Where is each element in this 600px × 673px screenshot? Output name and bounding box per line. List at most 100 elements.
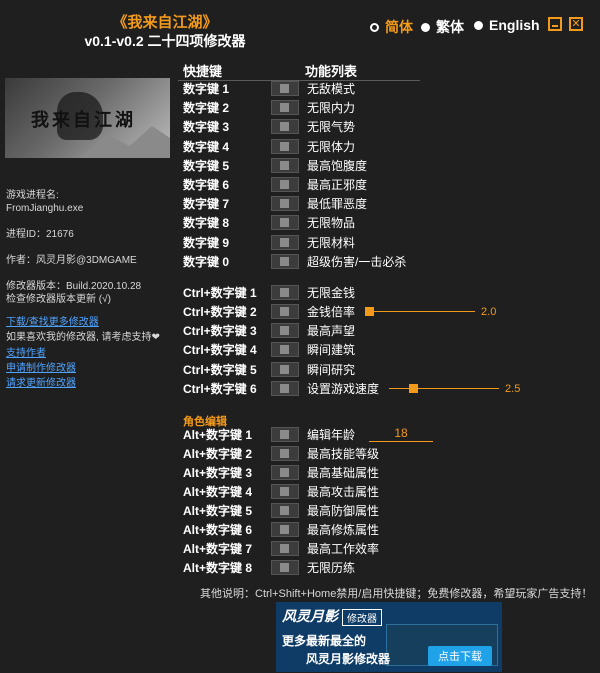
hotkey: 数字键 8 <box>183 216 230 230</box>
game-title: 《我来自江湖》 <box>112 14 218 31</box>
hotkey: 数字键 6 <box>183 178 230 192</box>
game-banner-image: 我来自江湖 <box>5 78 170 158</box>
feature-label: 无限体力 <box>307 140 356 154</box>
toggle-switch[interactable] <box>271 254 299 269</box>
feature-label: 最高饱腹度 <box>307 159 368 173</box>
ad-banner[interactable]: 风灵月影 修改器 更多最新最全的 风灵月影修改器 点击下载 <box>276 602 502 672</box>
download-more-link[interactable]: 下载/查找更多修改器 <box>6 317 99 329</box>
cheat-row: 数字键 2 无限内力 <box>183 98 355 117</box>
toggle-switch[interactable] <box>271 177 299 192</box>
slider-track <box>365 311 476 312</box>
trainer-version: 修改器版本：Build.2020.10.28 <box>6 281 142 292</box>
feature-label: 最高声望 <box>307 324 356 338</box>
support-author-link[interactable]: 支持作者 <box>6 348 46 360</box>
toggle-switch[interactable] <box>271 323 299 338</box>
hotkey: 数字键 9 <box>183 236 230 250</box>
toggle-switch[interactable] <box>271 304 299 319</box>
feature-label: 瞬间建筑 <box>307 343 356 357</box>
toggle-switch[interactable] <box>271 362 299 377</box>
feature-label: 无限物品 <box>307 216 356 230</box>
cheat-row: Ctrl+数字键 4 瞬间建筑 <box>183 340 355 359</box>
minimize-icon <box>552 25 558 27</box>
cheat-row: 数字键 3 无限气势 <box>183 117 355 136</box>
author-info: 作者：风灵月影@3DMGAME <box>6 255 137 266</box>
hotkey: Alt+数字键 7 <box>183 542 253 556</box>
ad-brand: 风灵月影 <box>282 608 338 624</box>
ad-line-2: 风灵月影修改器 <box>306 652 391 666</box>
toggle-switch[interactable] <box>271 503 299 518</box>
lang-simplified[interactable]: 简体 <box>370 17 413 37</box>
cheat-row: 数字键 4 无限体力 <box>183 137 355 156</box>
hotkey: 数字键 2 <box>183 101 230 115</box>
hotkey: Ctrl+数字键 2 <box>183 305 257 319</box>
minimize-button[interactable] <box>548 17 562 31</box>
slider-handle[interactable] <box>365 307 375 316</box>
toggle-switch[interactable] <box>271 285 299 300</box>
hotkey: Alt+数字键 3 <box>183 466 253 480</box>
toggle-switch[interactable] <box>271 158 299 173</box>
request-update-link[interactable]: 请求更新修改器 <box>6 378 76 390</box>
check-update-link[interactable]: 检查修改器版本更新 (√) <box>6 294 111 306</box>
feature-label: 最低罪恶度 <box>307 197 368 211</box>
game-speed-slider[interactable] <box>389 379 500 398</box>
ad-line-1: 更多最新最全的 <box>282 634 367 648</box>
toggle-switch[interactable] <box>271 100 299 115</box>
toggle-switch[interactable] <box>271 522 299 537</box>
toggle-switch[interactable] <box>271 541 299 556</box>
slider-value: 2.0 <box>481 305 497 318</box>
hotkey: Alt+数字键 6 <box>183 523 253 537</box>
lang-traditional[interactable]: 繁体 <box>421 17 464 37</box>
cheat-row: Alt+数字键 4 最高攻击属性 <box>183 482 379 501</box>
toggle-switch[interactable] <box>271 465 299 480</box>
feature-label: 最高技能等级 <box>307 447 380 461</box>
radio-icon <box>421 22 430 32</box>
money-multiplier-slider[interactable] <box>365 302 476 321</box>
hotkey: Ctrl+数字键 1 <box>183 286 257 300</box>
toggle-switch[interactable] <box>271 196 299 211</box>
feature-label: 无限气势 <box>307 120 356 134</box>
feature-label: 超级伤害/一击必杀 <box>307 255 407 269</box>
footer-note: 其他说明：Ctrl+Shift+Home禁用/启用快捷键；免费修改器，希望玩家广… <box>200 588 593 600</box>
close-button[interactable]: ✕ <box>569 17 583 31</box>
feature-label: 设置游戏速度 <box>307 382 380 396</box>
feature-label: 无限历练 <box>307 561 356 575</box>
toggle-switch[interactable] <box>271 139 299 154</box>
cheat-row: 数字键 8 无限物品 <box>183 213 355 232</box>
cheat-row: Alt+数字键 3 最高基础属性 <box>183 463 379 482</box>
process-label: 游戏进程名: <box>6 190 59 201</box>
age-input[interactable]: 18 <box>369 427 434 442</box>
cheat-row: Alt+数字键 2 最高技能等级 <box>183 444 379 463</box>
cheat-row: Alt+数字键 6 最高修炼属性 <box>183 520 379 539</box>
hotkey: Alt+数字键 8 <box>183 561 253 575</box>
process-id: 进程ID：21676 <box>6 229 74 240</box>
toggle-switch[interactable] <box>271 446 299 461</box>
ad-tag: 修改器 <box>342 609 382 626</box>
hotkey: 数字键 7 <box>183 197 230 211</box>
radio-icon <box>474 20 483 30</box>
toggle-switch[interactable] <box>271 119 299 134</box>
ad-download-button[interactable]: 点击下载 <box>428 646 492 666</box>
cheat-row: Alt+数字键 7 最高工作效率 <box>183 539 379 558</box>
feature-label: 最高基础属性 <box>307 466 380 480</box>
feature-label: 无限材料 <box>307 236 356 250</box>
radio-selected-icon <box>370 22 379 32</box>
toggle-switch[interactable] <box>271 215 299 230</box>
lang-english[interactable]: English <box>474 17 540 33</box>
toggle-switch[interactable] <box>271 484 299 499</box>
toggle-switch[interactable] <box>271 81 299 96</box>
toggle-switch[interactable] <box>271 342 299 357</box>
toggle-switch[interactable] <box>271 427 299 442</box>
feature-label: 编辑年龄 <box>307 428 356 442</box>
toggle-switch[interactable] <box>271 381 299 396</box>
request-trainer-link[interactable]: 申请制作修改器 <box>6 363 76 375</box>
hotkey-column-header: 快捷键 <box>183 64 223 79</box>
process-name: FromJianghu.exe <box>6 203 84 214</box>
cheat-row: 数字键 0 超级伤害/一击必杀 <box>183 252 406 271</box>
toggle-switch[interactable] <box>271 235 299 250</box>
toggle-switch[interactable] <box>271 560 299 575</box>
cheat-row: Ctrl+数字键 3 最高声望 <box>183 321 355 340</box>
hotkey: Alt+数字键 1 <box>183 428 253 442</box>
feature-label: 金钱倍率 <box>307 305 356 319</box>
slider-handle[interactable] <box>409 384 419 393</box>
hotkey: 数字键 4 <box>183 140 230 154</box>
